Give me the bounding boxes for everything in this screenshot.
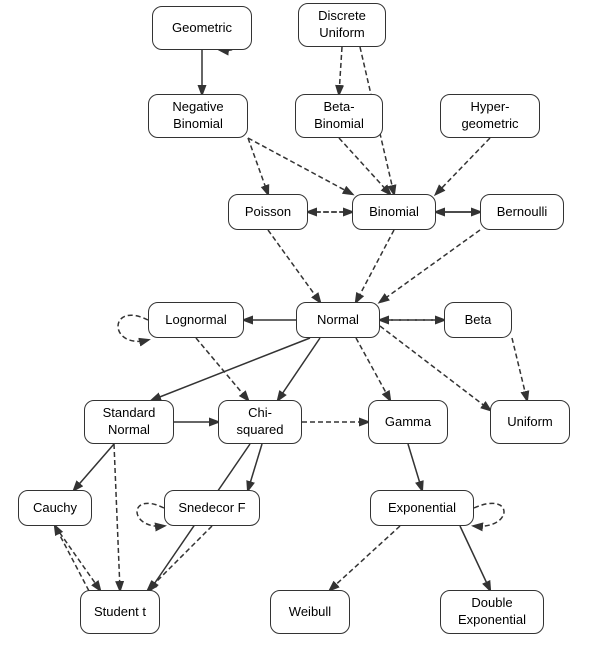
node-lognormal: Lognormal (148, 302, 244, 338)
node-poisson: Poisson (228, 194, 308, 230)
node-gamma: Gamma (368, 400, 448, 444)
node-snedecor-f: Snedecor F (164, 490, 260, 526)
node-uniform: Uniform (490, 400, 570, 444)
node-chi-squared: Chi- squared (218, 400, 302, 444)
node-beta-binomial: Beta- Binomial (295, 94, 383, 138)
node-bernoulli: Bernoulli (480, 194, 564, 230)
node-cauchy: Cauchy (18, 490, 92, 526)
node-student-t: Student t (80, 590, 160, 634)
node-normal: Normal (296, 302, 380, 338)
node-beta: Beta (444, 302, 512, 338)
node-negative-binomial: Negative Binomial (148, 94, 248, 138)
node-standard-normal: Standard Normal (84, 400, 174, 444)
node-weibull: Weibull (270, 590, 350, 634)
node-binomial: Binomial (352, 194, 436, 230)
node-discrete-uniform: Discrete Uniform (298, 3, 386, 47)
node-exponential: Exponential (370, 490, 474, 526)
node-double-exponential: Double Exponential (440, 590, 544, 634)
node-geometric: Geometric (152, 6, 252, 50)
node-hypergeometric: Hyper- geometric (440, 94, 540, 138)
